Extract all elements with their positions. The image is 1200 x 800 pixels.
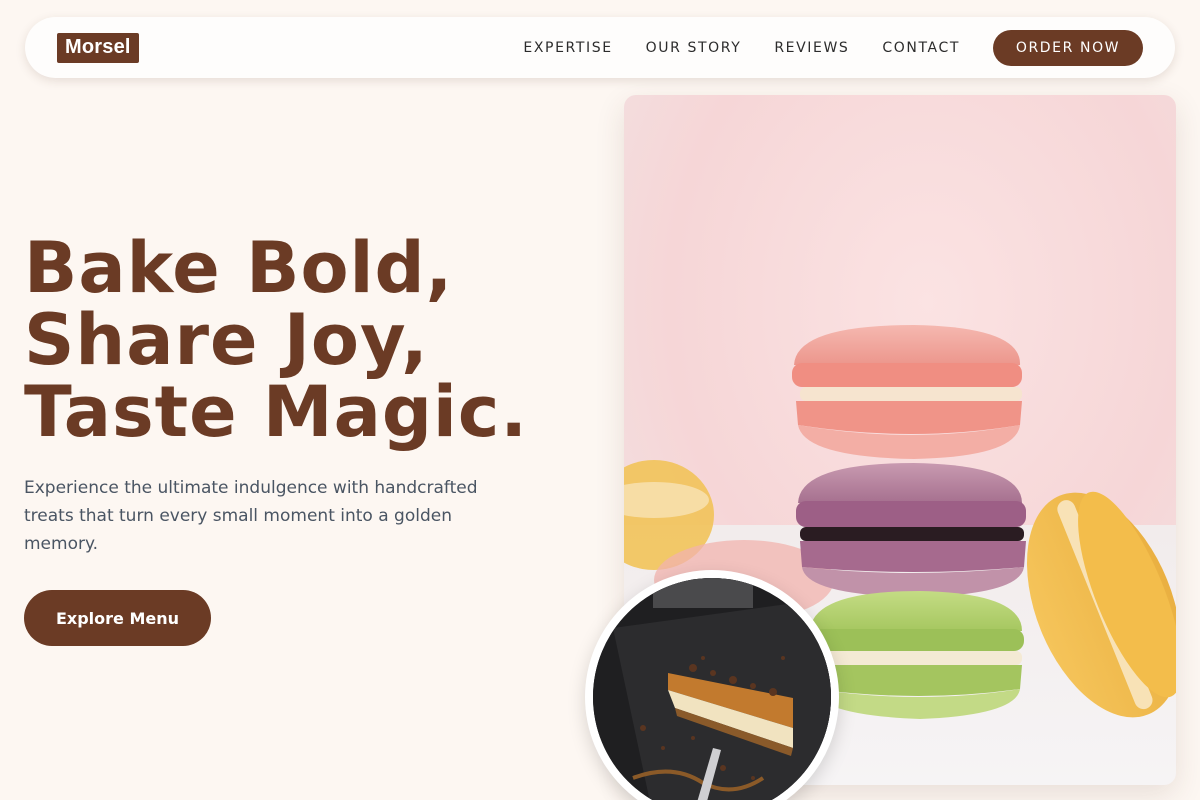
top-navbar: Morsel EXPERTISE OUR STORY REVIEWS CONTA… [25,17,1175,78]
brand-logo[interactable]: Morsel [57,32,139,63]
order-now-button[interactable]: ORDER NOW [993,29,1143,66]
hero-subtext: Experience the ultimate indulgence with … [24,478,478,554]
landing-page: Morsel EXPERTISE OUR STORY REVIEWS CONTA… [0,0,1200,800]
explore-menu-button[interactable]: Explore Menu [24,590,211,646]
nav-link-our-story[interactable]: OUR STORY [646,40,742,56]
nav-link-reviews[interactable]: REVIEWS [774,40,849,56]
nav-link-contact[interactable]: CONTACT [882,40,960,56]
headline-line-2: Share Joy, [24,299,429,381]
hero-headline: Bake Bold, Share Joy, Taste Magic. [24,232,528,448]
headline-line-1: Bake Bold, [24,227,454,309]
nav-link-expertise[interactable]: EXPERTISE [523,40,612,56]
nav-links: EXPERTISE OUR STORY REVIEWS CONTACT ORDE… [523,29,1143,66]
headline-line-3: Taste Magic. [24,371,529,453]
